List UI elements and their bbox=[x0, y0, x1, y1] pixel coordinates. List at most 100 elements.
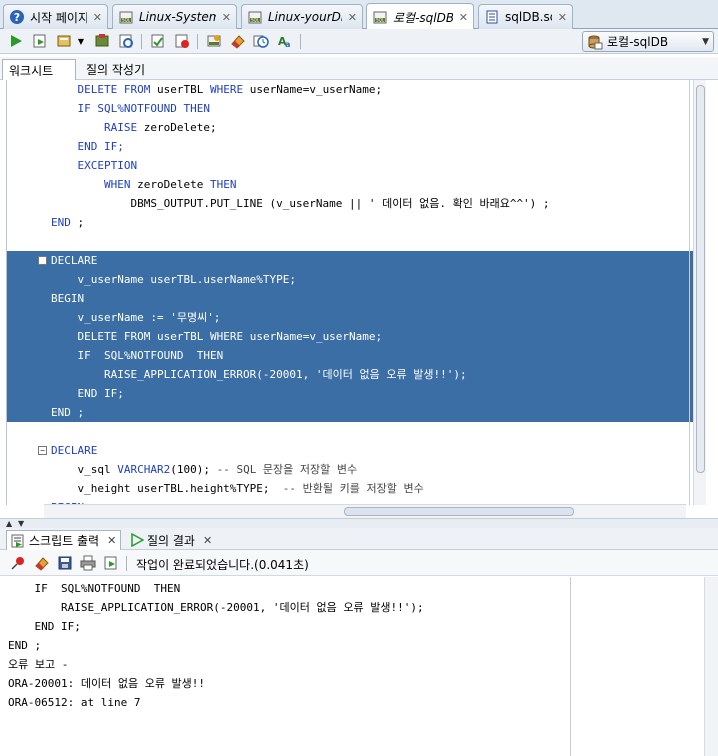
close-icon[interactable]: ✕ bbox=[558, 11, 567, 24]
status-message: 작업이 완료되었습니다.(0.041초) bbox=[136, 558, 309, 572]
output-line: RAISE_APPLICATION_ERROR(-20001, '데이터 없음 … bbox=[8, 601, 424, 614]
tab-script-output[interactable]: 스크립트 출력 ✕ bbox=[6, 530, 122, 550]
run-script-button[interactable] bbox=[102, 554, 120, 572]
code-line[interactable]: v_userName := '무명씨'; bbox=[7, 308, 693, 327]
code-token: BEGIN bbox=[51, 292, 85, 305]
rollback-button[interactable] bbox=[117, 32, 135, 50]
output-vertical-scrollbar[interactable] bbox=[704, 577, 718, 756]
close-icon[interactable]: ✕ bbox=[348, 11, 357, 24]
code-line[interactable]: DBMS_OUTPUT.PUT_LINE (v_userName || ' 데이… bbox=[7, 194, 693, 213]
cancel-button[interactable] bbox=[173, 32, 191, 50]
code-token: -- 반환될 키를 저장할 변수 bbox=[282, 482, 424, 495]
explain-plan-icon bbox=[151, 34, 164, 48]
tab-start-page[interactable]: ? 시작 페이지 ✕ bbox=[3, 4, 108, 29]
script-output-area[interactable]: IF SQL%NOTFOUND THEN RAISE_APPLICATION_E… bbox=[0, 577, 718, 756]
tab-label: 질의 결과 bbox=[147, 533, 195, 548]
code-token: userName=v_userName; bbox=[243, 83, 383, 96]
code-line[interactable]: − DECLARE bbox=[7, 441, 693, 460]
close-icon[interactable]: ✕ bbox=[107, 534, 116, 547]
code-line[interactable]: BEGIN bbox=[7, 289, 693, 308]
run-statement-button[interactable] bbox=[7, 32, 25, 50]
editor-horizontal-scrollbar[interactable] bbox=[44, 504, 686, 518]
code-token: DELETE FROM bbox=[77, 330, 151, 343]
code-line[interactable]: v_height userTBL.height%TYPE; -- 반환될 키를 … bbox=[7, 479, 693, 498]
cancel-icon bbox=[175, 34, 189, 48]
code-line[interactable]: DELETE FROM userTBL WHERE userName=v_use… bbox=[7, 80, 693, 99]
panel-splitter[interactable]: ▲ ▼ bbox=[0, 518, 718, 528]
run-script-button[interactable] bbox=[31, 32, 49, 50]
editor-tab-strip: ? 시작 페이지 ✕ SQL Linux-System ✕ SQL Linux-… bbox=[0, 0, 718, 30]
history-button[interactable] bbox=[252, 32, 270, 50]
rollback-icon bbox=[119, 34, 133, 48]
commit-button[interactable] bbox=[93, 32, 111, 50]
scrollbar-thumb[interactable] bbox=[696, 85, 705, 473]
code-line[interactable]: EXCEPTION bbox=[7, 156, 693, 175]
code-text: IF SQL%NOTFOUND THEN bbox=[51, 99, 210, 118]
code-line[interactable]: IF SQL%NOTFOUND THEN bbox=[7, 346, 693, 365]
tab-worksheet[interactable]: 워크시트 bbox=[2, 59, 76, 80]
autotrace-button[interactable] bbox=[55, 32, 73, 50]
print-icon bbox=[80, 555, 96, 571]
code-token: v_userName := '무명씨'; bbox=[51, 311, 221, 324]
code-line[interactable]: END IF; bbox=[7, 384, 693, 403]
code-line[interactable]: v_userName userTBL.userName%TYPE; bbox=[7, 270, 693, 289]
code-token: userTBL bbox=[150, 330, 210, 343]
code-line[interactable]: − DECLARE bbox=[7, 251, 693, 270]
eraser-icon bbox=[231, 35, 245, 49]
fold-toggle-icon[interactable]: − bbox=[38, 446, 47, 455]
sql-editor[interactable]: DELETE FROM userTBL WHERE userName=v_use… bbox=[6, 80, 706, 505]
toolbar-separator bbox=[141, 34, 142, 49]
code-token: zeroDelete bbox=[130, 178, 210, 191]
code-token: DECLARE bbox=[51, 254, 98, 267]
output-right-margin-line bbox=[570, 577, 571, 756]
explain-plan-button[interactable] bbox=[149, 32, 167, 50]
format-button[interactable]: Aa bbox=[276, 32, 294, 50]
code-line[interactable]: END ; bbox=[7, 213, 693, 232]
scrollbar-thumb[interactable] bbox=[344, 507, 574, 516]
code-text: END IF; bbox=[51, 384, 124, 403]
code-text: EXCEPTION bbox=[51, 156, 138, 175]
chevron-up-icon[interactable]: ▲ bbox=[6, 519, 12, 528]
chevron-down-icon: ▼ bbox=[702, 36, 709, 47]
tab-linux-system[interactable]: SQL Linux-System ✕ bbox=[112, 4, 237, 29]
code-line[interactable]: RAISE zeroDelete; bbox=[7, 118, 693, 137]
code-token: v_sql bbox=[51, 463, 118, 476]
code-line[interactable] bbox=[7, 422, 693, 441]
tab-linux-yourdb[interactable]: SQL Linux-yourDB ✕ bbox=[241, 4, 363, 29]
connection-selector[interactable]: 로컬-sqlDB ▼ bbox=[582, 31, 714, 52]
tab-local-sqldb[interactable]: SQL 로컬-sqlDB ✕ bbox=[366, 3, 474, 30]
output-toolbar: 작업이 완료되었습니다.(0.041초) bbox=[0, 550, 718, 576]
tab-label: Linux-System bbox=[139, 10, 216, 24]
clear-output-button[interactable] bbox=[33, 554, 51, 572]
close-icon[interactable]: ✕ bbox=[459, 11, 468, 24]
editor-vertical-scrollbar[interactable] bbox=[693, 80, 706, 505]
code-line[interactable]: END ; bbox=[7, 403, 693, 422]
pin-button[interactable] bbox=[9, 554, 27, 572]
close-icon[interactable]: ✕ bbox=[222, 11, 231, 24]
clear-button[interactable] bbox=[229, 32, 247, 50]
chevron-down-icon[interactable]: ▼ bbox=[18, 519, 24, 528]
code-token: userTBL bbox=[150, 83, 210, 96]
save-button[interactable] bbox=[56, 554, 74, 572]
sql-tuning-button[interactable] bbox=[205, 32, 223, 50]
code-token: userName=v_userName; bbox=[243, 330, 383, 343]
fold-toggle-icon[interactable]: − bbox=[38, 256, 47, 265]
code-line[interactable] bbox=[7, 232, 693, 251]
code-line[interactable]: RAISE_APPLICATION_ERROR(-20001, '데이터 없음 … bbox=[7, 365, 693, 384]
code-line[interactable]: END IF; bbox=[7, 137, 693, 156]
code-text: v_userName userTBL.userName%TYPE; bbox=[51, 270, 296, 289]
chevron-down-icon: ▼ bbox=[77, 36, 85, 46]
print-button[interactable] bbox=[79, 554, 97, 572]
close-icon[interactable]: ✕ bbox=[93, 11, 102, 24]
code-line[interactable]: IF SQL%NOTFOUND THEN bbox=[7, 99, 693, 118]
code-line[interactable]: WHEN zeroDelete THEN bbox=[7, 175, 693, 194]
tab-query-result[interactable]: 질의 결과 ✕ bbox=[126, 530, 216, 550]
code-line[interactable]: DELETE FROM userTBL WHERE userName=v_use… bbox=[7, 327, 693, 346]
code-line[interactable]: v_sql VARCHAR2(100); -- SQL 문장을 저장할 변수 bbox=[7, 460, 693, 479]
code-text: DBMS_OUTPUT.PUT_LINE (v_userName || ' 데이… bbox=[51, 194, 549, 213]
svg-text:?: ? bbox=[14, 11, 20, 24]
close-icon[interactable]: ✕ bbox=[203, 534, 212, 547]
tab-sqldb-sql[interactable]: sqlDB.sql ✕ bbox=[478, 4, 573, 29]
dropdown-arrow-button[interactable]: ▼ bbox=[75, 32, 87, 50]
tab-query-builder[interactable]: 질의 작성기 bbox=[80, 59, 151, 80]
